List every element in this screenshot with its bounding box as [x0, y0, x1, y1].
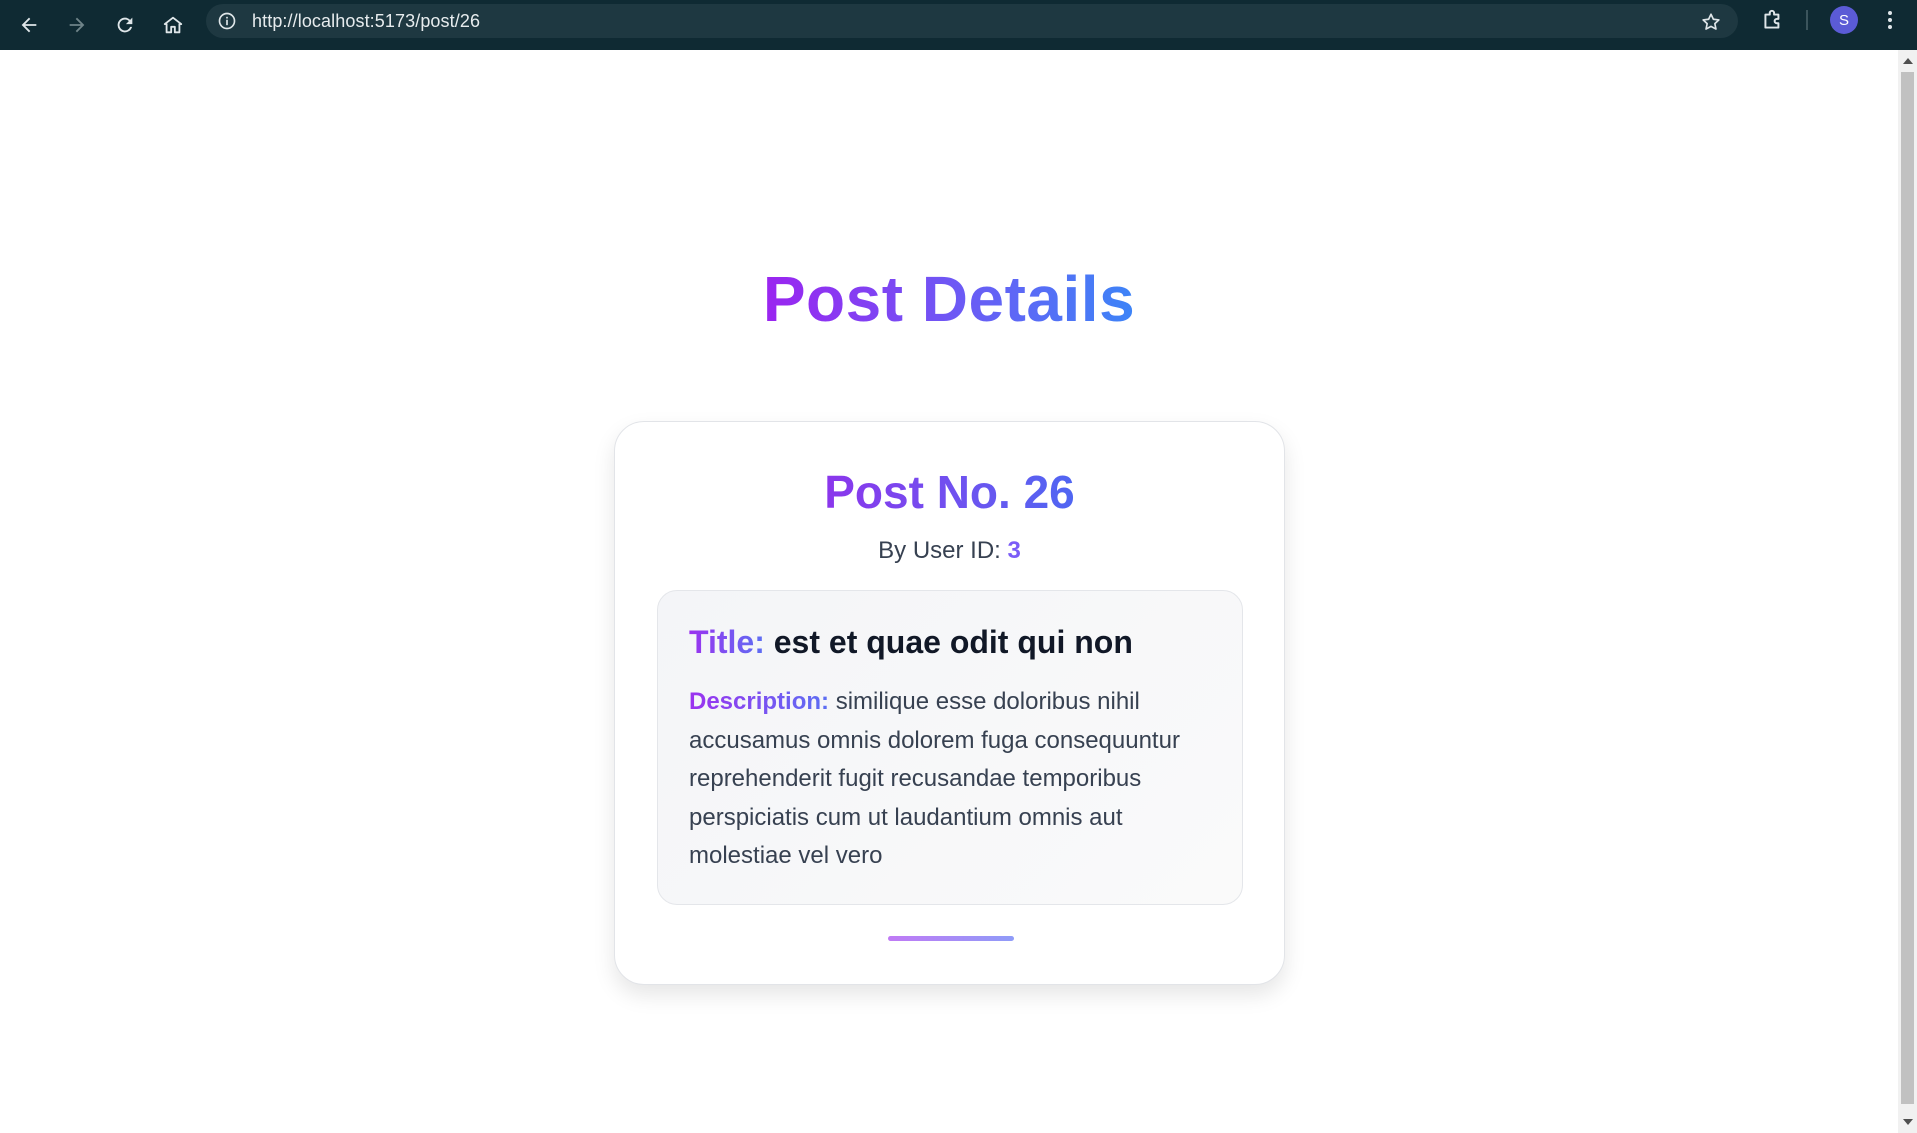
- scrollbar-thumb[interactable]: [1901, 72, 1914, 1104]
- post-author: By User ID: 3: [615, 537, 1284, 565]
- toolbar-divider: [1806, 10, 1808, 30]
- kebab-menu-icon[interactable]: [1878, 8, 1902, 32]
- author-prefix: By User ID:: [878, 537, 1001, 564]
- reload-button[interactable]: [101, 5, 149, 45]
- author-user-id: 3: [1007, 537, 1021, 564]
- extensions-puzzle-icon[interactable]: [1760, 7, 1786, 33]
- page-title: Post Details: [762, 263, 1136, 335]
- site-info-icon[interactable]: [216, 10, 238, 32]
- vertical-scrollbar[interactable]: [1898, 50, 1917, 1133]
- forward-button[interactable]: [53, 5, 101, 45]
- profile-avatar[interactable]: S: [1830, 6, 1858, 34]
- home-icon: [163, 16, 183, 34]
- bookmark-star-icon[interactable]: [1700, 11, 1722, 33]
- browser-toolbar: http://localhost:5173/post/26 S: [0, 0, 1917, 50]
- post-content-box: Title: est et quae odit qui non Descript…: [657, 590, 1243, 905]
- description-text: similique esse doloribus nihil accusamus…: [689, 688, 1180, 869]
- back-button[interactable]: [5, 5, 53, 45]
- address-url[interactable]: http://localhost:5173/post/26: [252, 11, 480, 32]
- title-label: Title:: [689, 624, 765, 660]
- scroll-up-arrow-icon[interactable]: [1903, 58, 1913, 64]
- scroll-down-arrow-icon[interactable]: [1903, 1119, 1913, 1125]
- title-text: est et quae odit qui non: [773, 624, 1133, 660]
- home-button[interactable]: [149, 5, 197, 45]
- post-number: Post No. 26: [824, 466, 1075, 518]
- post-description: Description: similique esse doloribus ni…: [689, 683, 1219, 876]
- description-label: Description:: [689, 688, 830, 715]
- post-card: Post No. 26 By User ID: 3 Title: est et …: [614, 421, 1285, 985]
- forward-arrow-icon: [69, 17, 85, 33]
- reload-icon: [117, 17, 133, 33]
- post-title: Title: est et quae odit qui non: [689, 624, 1219, 661]
- decorative-accent-bar: [888, 936, 1014, 941]
- back-arrow-icon: [21, 17, 37, 33]
- address-bar[interactable]: http://localhost:5173/post/26: [206, 4, 1738, 38]
- page-viewport: Post Details Post No. 26 By User ID: 3 T…: [0, 50, 1898, 1133]
